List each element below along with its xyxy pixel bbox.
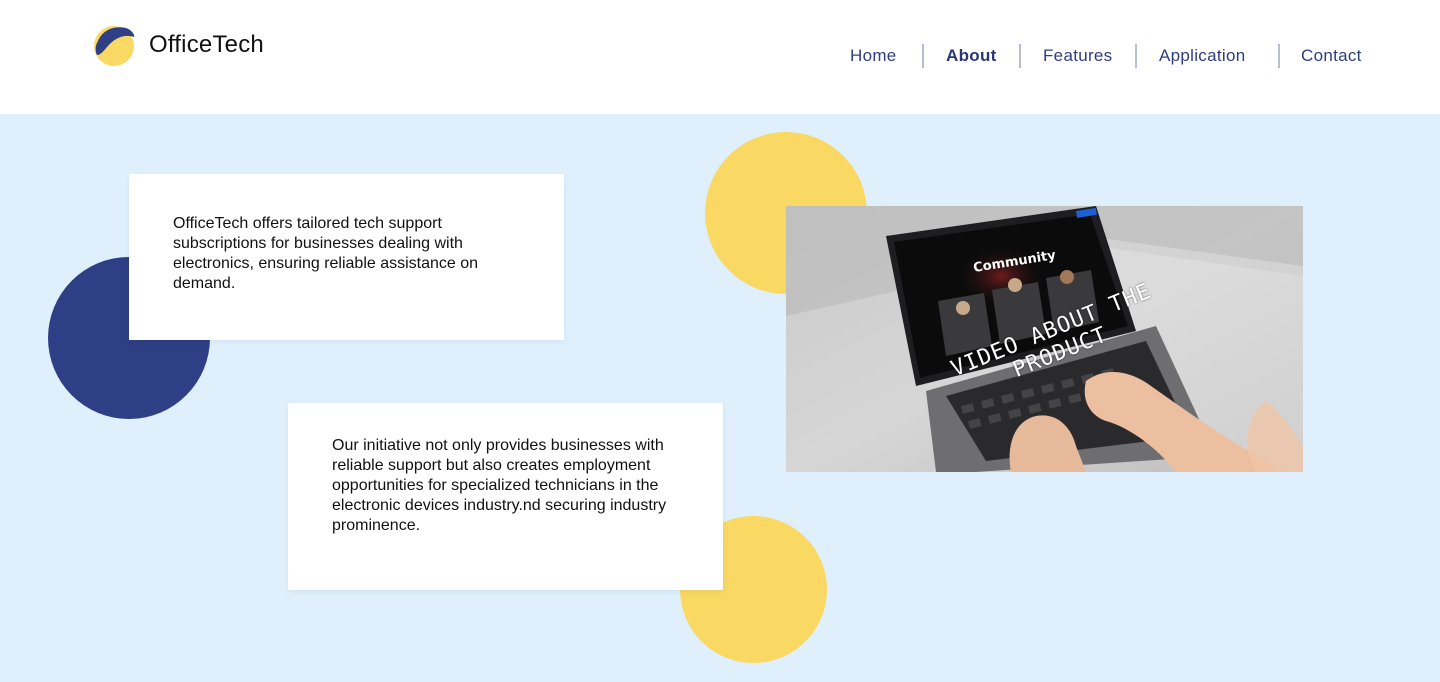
info-card-text: Our initiative not only provides busines… [332,437,667,534]
product-video[interactable]: Community VIDEO ABOUT THE PRODUCT [786,206,1303,472]
nav-separator [922,44,924,68]
nav-home[interactable]: Home [850,46,897,66]
info-card-subscriptions: OfficeTech offers tailored tech support … [129,174,564,340]
nav-separator [1019,44,1021,68]
nav-separator [1135,44,1137,68]
nav-separator [1278,44,1280,68]
main-nav: Home About Features Application Contact [0,44,1440,70]
info-card-employment: Our initiative not only provides busines… [288,403,723,590]
site-header: OfficeTech Home About Features Applicati… [0,0,1440,114]
nav-contact[interactable]: Contact [1301,46,1362,66]
nav-features[interactable]: Features [1043,46,1113,66]
nav-application[interactable]: Application [1159,46,1245,66]
about-section: OfficeTech offers tailored tech support … [0,114,1440,682]
info-card-text: OfficeTech offers tailored tech support … [173,215,479,292]
nav-about[interactable]: About [946,46,997,66]
